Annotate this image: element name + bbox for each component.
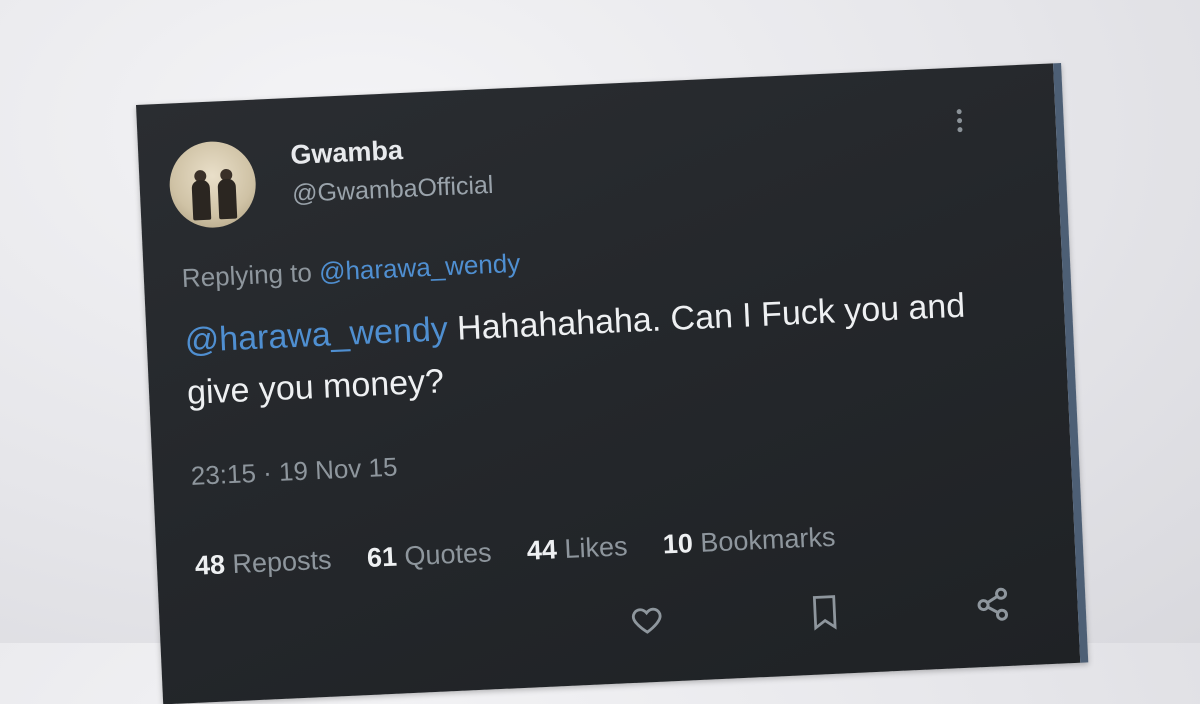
likes-count: 44 bbox=[526, 534, 558, 566]
tweet-text: @harawa_wendy Hahahahaha. Can I Fuck you… bbox=[184, 279, 988, 419]
timestamp[interactable]: 23:15 · 19 Nov 15 bbox=[190, 452, 398, 492]
reposts-label: Reposts bbox=[231, 544, 333, 580]
reposts-stat[interactable]: 48 Reposts bbox=[194, 545, 332, 581]
quotes-count: 61 bbox=[366, 541, 398, 573]
replying-mention-link[interactable]: @harawa_wendy bbox=[318, 248, 520, 287]
display-name[interactable]: Gwamba bbox=[290, 135, 404, 171]
like-icon[interactable] bbox=[629, 602, 665, 643]
bookmark-icon[interactable] bbox=[809, 594, 841, 636]
likes-stat[interactable]: 44 Likes bbox=[526, 531, 628, 566]
bookmarks-label: Bookmarks bbox=[699, 521, 836, 558]
printed-tweet: Gwamba @GwambaOfficial Replying to @hara… bbox=[136, 62, 1089, 704]
more-icon[interactable] bbox=[955, 107, 966, 133]
avatar[interactable] bbox=[167, 139, 258, 230]
action-bar bbox=[160, 584, 1061, 665]
quotes-label: Quotes bbox=[403, 537, 493, 572]
engagement-stats: 48 Reposts 61 Quotes 44 Likes 10 Bookmar… bbox=[194, 520, 864, 581]
user-handle[interactable]: @GwambaOfficial bbox=[292, 171, 494, 209]
reposts-count: 48 bbox=[194, 549, 226, 581]
bookmarks-stat[interactable]: 10 Bookmarks bbox=[662, 522, 836, 560]
text-mention-link[interactable]: @harawa_wendy bbox=[184, 310, 449, 360]
share-icon[interactable] bbox=[974, 586, 1012, 629]
quotes-stat[interactable]: 61 Quotes bbox=[366, 537, 492, 573]
replying-prefix: Replying to bbox=[181, 256, 320, 294]
likes-label: Likes bbox=[563, 531, 629, 565]
replying-to: Replying to @harawa_wendy bbox=[181, 248, 521, 294]
bookmarks-count: 10 bbox=[662, 528, 694, 560]
